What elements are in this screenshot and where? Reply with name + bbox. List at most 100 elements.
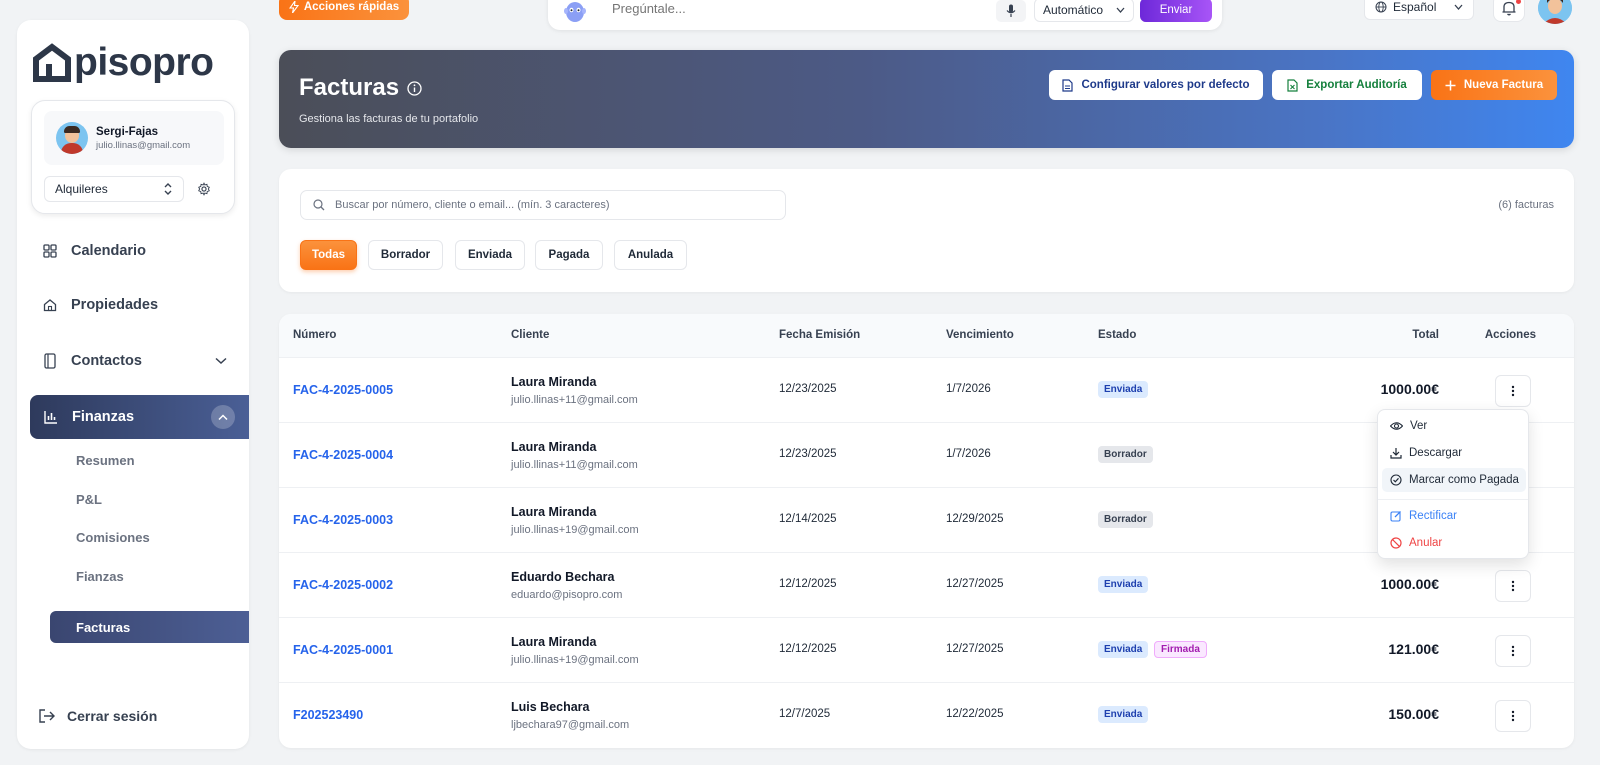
header-acciones: Acciones bbox=[1484, 329, 1536, 341]
user-avatar-button[interactable] bbox=[1538, 0, 1572, 24]
filter-pagada[interactable]: Pagada bbox=[535, 240, 603, 270]
sub-item-facturas[interactable]: Facturas bbox=[50, 611, 249, 643]
issue-date: 12/23/2025 bbox=[779, 448, 837, 460]
menu-item-anular[interactable]: Anular bbox=[1382, 531, 1526, 555]
row-actions-button[interactable] bbox=[1495, 635, 1531, 667]
row-actions-button[interactable] bbox=[1495, 375, 1531, 407]
chevron-up-icon bbox=[218, 413, 228, 420]
menu-item-marcar-pagada[interactable]: Marcar como Pagada bbox=[1382, 468, 1526, 492]
client-email: julio.llinas+11@gmail.com bbox=[511, 394, 638, 406]
quick-actions-button[interactable]: Acciones rápidas bbox=[279, 0, 409, 20]
plus-icon bbox=[1445, 80, 1456, 90]
ask-input[interactable] bbox=[612, 1, 982, 16]
header-fecha-emision[interactable]: Fecha Emisión bbox=[779, 329, 860, 341]
menu-label: Ver bbox=[1410, 420, 1428, 432]
configure-defaults-label: Configurar valores por defecto bbox=[1081, 79, 1250, 91]
mode-select[interactable]: Alquileres bbox=[44, 176, 184, 202]
home-icon bbox=[43, 299, 57, 312]
header-cliente[interactable]: Cliente bbox=[511, 329, 549, 341]
client-email: julio.llinas+19@gmail.com bbox=[511, 524, 639, 536]
more-vertical-icon bbox=[1511, 710, 1515, 722]
ai-mode-value: Automático bbox=[1043, 3, 1104, 17]
due-date: 1/7/2026 bbox=[946, 383, 991, 395]
header-vencimiento[interactable]: Vencimiento bbox=[946, 329, 1014, 341]
user-profile[interactable]: Sergi-Fajas julio.llinas@gmail.com bbox=[44, 111, 224, 165]
invoice-number-link[interactable]: FAC-4-2025-0002 bbox=[293, 578, 393, 592]
sub-item-resumen[interactable]: Resumen bbox=[76, 453, 135, 468]
logo[interactable]: pisopro bbox=[32, 42, 214, 82]
client-name: Laura Miranda bbox=[511, 505, 597, 519]
status-badge: Enviada bbox=[1098, 641, 1149, 658]
invoice-number-link[interactable]: FAC-4-2025-0005 bbox=[293, 383, 393, 397]
menu-item-descargar[interactable]: Descargar bbox=[1382, 441, 1526, 465]
document-icon bbox=[1062, 78, 1074, 92]
invoice-number-link[interactable]: FAC-4-2025-0001 bbox=[293, 643, 393, 657]
row-actions-button[interactable] bbox=[1495, 700, 1531, 732]
client-name: Laura Miranda bbox=[511, 375, 597, 389]
language-value: Español bbox=[1393, 0, 1437, 14]
notification-dot bbox=[1516, 0, 1521, 4]
header-estado[interactable]: Estado bbox=[1098, 329, 1136, 341]
contacts-icon bbox=[44, 353, 56, 369]
ask-bar: Automático Enviar bbox=[548, 0, 1222, 30]
header-total[interactable]: Total bbox=[1412, 329, 1439, 341]
logout-button[interactable]: Cerrar sesión bbox=[39, 708, 157, 724]
filter-todas[interactable]: Todas bbox=[300, 240, 357, 270]
more-vertical-icon bbox=[1511, 385, 1515, 397]
menu-item-rectificar[interactable]: Rectificar bbox=[1382, 504, 1526, 528]
header-numero[interactable]: Número bbox=[293, 329, 336, 341]
status-badge: Enviada bbox=[1098, 576, 1149, 593]
new-invoice-label: Nueva Factura bbox=[1463, 79, 1544, 91]
bell-icon bbox=[1502, 1, 1516, 16]
ai-mode-select[interactable]: Automático bbox=[1034, 0, 1134, 22]
page-title: Facturas bbox=[299, 74, 422, 102]
nav-label: Finanzas bbox=[72, 409, 135, 425]
table-row[interactable]: FAC-4-2025-0002 Eduardo Bechara eduardo@… bbox=[279, 553, 1574, 618]
filter-borrador[interactable]: Borrador bbox=[368, 240, 443, 270]
download-icon bbox=[1390, 448, 1402, 459]
logout-label: Cerrar sesión bbox=[67, 708, 158, 724]
settings-button[interactable] bbox=[194, 179, 214, 199]
nav-label: Contactos bbox=[71, 353, 142, 369]
menu-divider bbox=[1378, 499, 1528, 500]
table-header: Número Cliente Fecha Emisión Vencimiento… bbox=[279, 314, 1574, 358]
lightning-icon bbox=[288, 1, 299, 13]
nav-calendario[interactable]: Calendario bbox=[17, 230, 249, 272]
table-row[interactable]: FAC-4-2025-0001 Laura Miranda julio.llin… bbox=[279, 618, 1574, 683]
page-subtitle: Gestiona las facturas de tu portafolio bbox=[299, 113, 479, 125]
configure-defaults-button[interactable]: Configurar valores por defecto bbox=[1049, 70, 1263, 100]
invoice-number-link[interactable]: FAC-4-2025-0004 bbox=[293, 448, 393, 462]
ban-icon bbox=[1390, 537, 1402, 549]
issue-date: 12/7/2025 bbox=[779, 708, 831, 720]
send-button[interactable]: Enviar bbox=[1140, 0, 1212, 22]
sub-item-pl[interactable]: P&L bbox=[76, 492, 102, 507]
client-email: julio.llinas+11@gmail.com bbox=[511, 459, 638, 471]
language-select[interactable]: Español bbox=[1364, 0, 1474, 20]
notifications-button[interactable] bbox=[1493, 0, 1525, 22]
menu-item-ver[interactable]: Ver bbox=[1382, 414, 1526, 438]
row-actions-button[interactable] bbox=[1495, 570, 1531, 602]
sub-item-fianzas[interactable]: Fianzas bbox=[76, 569, 124, 584]
collapse-button[interactable] bbox=[211, 405, 235, 429]
nav-finanzas[interactable]: Finanzas bbox=[30, 395, 249, 439]
filter-enviada[interactable]: Enviada bbox=[455, 240, 525, 270]
invoice-number-link[interactable]: FAC-4-2025-0003 bbox=[293, 513, 393, 527]
table-row[interactable]: F202523490 Luis Bechara ljbechara97@gmai… bbox=[279, 683, 1574, 748]
export-audit-button[interactable]: Exportar Auditoría bbox=[1272, 70, 1422, 100]
invoice-count: (6) facturas bbox=[1498, 199, 1554, 211]
search-input[interactable] bbox=[335, 199, 775, 211]
mic-button[interactable] bbox=[996, 0, 1026, 22]
filter-anulada[interactable]: Anulada bbox=[614, 240, 687, 270]
menu-label: Rectificar bbox=[1409, 510, 1457, 522]
status-badge: Borrador bbox=[1098, 511, 1153, 528]
nav-propiedades[interactable]: Propiedades bbox=[17, 284, 249, 326]
info-icon[interactable] bbox=[407, 80, 422, 96]
nav-contactos[interactable]: Contactos bbox=[17, 340, 249, 382]
page-title-text: Facturas bbox=[299, 74, 400, 101]
invoice-number-link[interactable]: F202523490 bbox=[293, 708, 363, 722]
new-invoice-button[interactable]: Nueva Factura bbox=[1431, 70, 1557, 100]
search-box[interactable] bbox=[300, 190, 786, 220]
nav-label: Calendario bbox=[71, 243, 146, 259]
sub-item-comisiones[interactable]: Comisiones bbox=[76, 530, 150, 545]
grid-icon bbox=[43, 244, 57, 258]
